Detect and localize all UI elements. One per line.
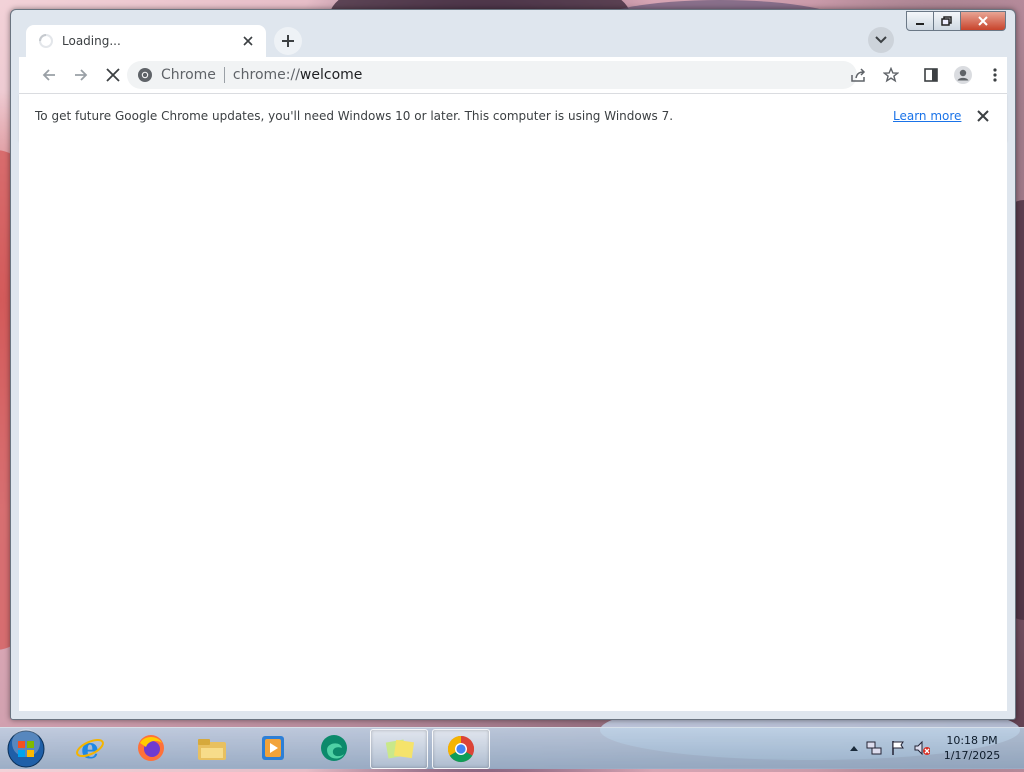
share-icon [851,68,866,82]
start-button[interactable] [6,729,46,769]
taskbar-sticky-notes[interactable] [370,729,428,769]
clock-date: 1/17/2025 [943,749,1001,762]
clock-time: 10:18 PM [946,734,998,747]
address-divider [223,67,225,83]
browser-tab[interactable]: Loading... [26,25,266,57]
edge-icon [321,735,347,761]
taskbar-chrome[interactable] [432,729,490,769]
browser-toolbar: Chrome chrome://welcome [19,57,1007,93]
close-icon [243,36,253,46]
internet-explorer-icon: e [76,733,104,763]
page-content [19,139,1007,711]
minimize-icon [916,23,924,25]
tab-title: Loading... [62,34,121,48]
system-tray: 10:18 PM 1/17/2025 [842,728,1024,769]
menu-button[interactable] [981,61,1009,89]
sticky-notes-icon [385,739,415,759]
avatar-icon [954,66,972,84]
arrow-left-icon [42,69,55,81]
action-center-button[interactable] [890,740,906,756]
chrome-icon [447,735,475,763]
chrome-window: Loading... Chrome chrome://welcome To ge… [10,9,1016,720]
tab-search-button[interactable] [868,27,894,53]
close-window-button[interactable] [960,11,1006,31]
taskbar-file-explorer[interactable] [184,729,240,767]
infobar-close-button[interactable] [973,106,993,126]
url-path: welcome [299,67,363,83]
window-controls [906,11,1006,31]
minimize-button[interactable] [906,11,934,31]
chevron-down-icon [875,36,887,44]
taskbar-clock[interactable]: 10:18 PM 1/17/2025 [942,733,1002,763]
volume-muted-icon [914,740,930,756]
side-panel-icon [924,68,938,82]
taskbar-internet-explorer[interactable]: e [62,729,118,767]
show-hidden-icons-button[interactable] [846,740,862,756]
svg-text:e: e [81,733,99,763]
plus-icon [282,35,294,47]
network-button[interactable] [866,740,882,756]
close-icon [106,68,120,82]
url-scheme: chrome:// [232,67,300,83]
windows-taskbar: e 10:18 PM 1/17/2025 [0,727,1024,769]
maximize-button[interactable] [933,11,961,31]
media-player-icon [262,736,284,760]
taskbar-media-player[interactable] [245,729,301,767]
loading-spinner-icon [39,34,53,48]
update-infobar: To get future Google Chrome updates, you… [19,93,1007,140]
tab-close-button[interactable] [240,33,256,49]
profile-button[interactable] [949,61,977,89]
close-icon [977,110,989,122]
chrome-logo-icon [138,68,152,82]
windows-orb-icon [7,729,45,768]
address-bar[interactable]: Chrome chrome://welcome [127,61,857,89]
network-icon [866,741,882,755]
infobar-message: To get future Google Chrome updates, you… [35,109,674,123]
arrow-right-icon [75,69,88,81]
learn-more-link[interactable]: Learn more [893,109,961,123]
firefox-icon [138,735,164,761]
stop-loading-button[interactable] [99,61,127,89]
back-button[interactable] [35,61,63,89]
restore-icon [941,16,952,26]
taskbar-edge[interactable] [306,729,362,767]
volume-button[interactable] [914,740,930,756]
folder-icon [198,739,226,760]
new-tab-button[interactable] [274,27,302,55]
side-panel-button[interactable] [917,61,945,89]
more-vertical-icon [993,68,997,82]
flag-icon [892,741,904,755]
bookmark-button[interactable] [877,61,905,89]
close-icon [978,16,988,26]
taskbar-firefox[interactable] [123,729,179,767]
url-text: chrome://welcome [233,67,362,83]
site-chip-label: Chrome [161,67,216,83]
forward-button[interactable] [67,61,95,89]
share-button[interactable] [845,61,873,89]
star-icon [883,67,899,83]
chevron-up-icon [850,746,858,751]
